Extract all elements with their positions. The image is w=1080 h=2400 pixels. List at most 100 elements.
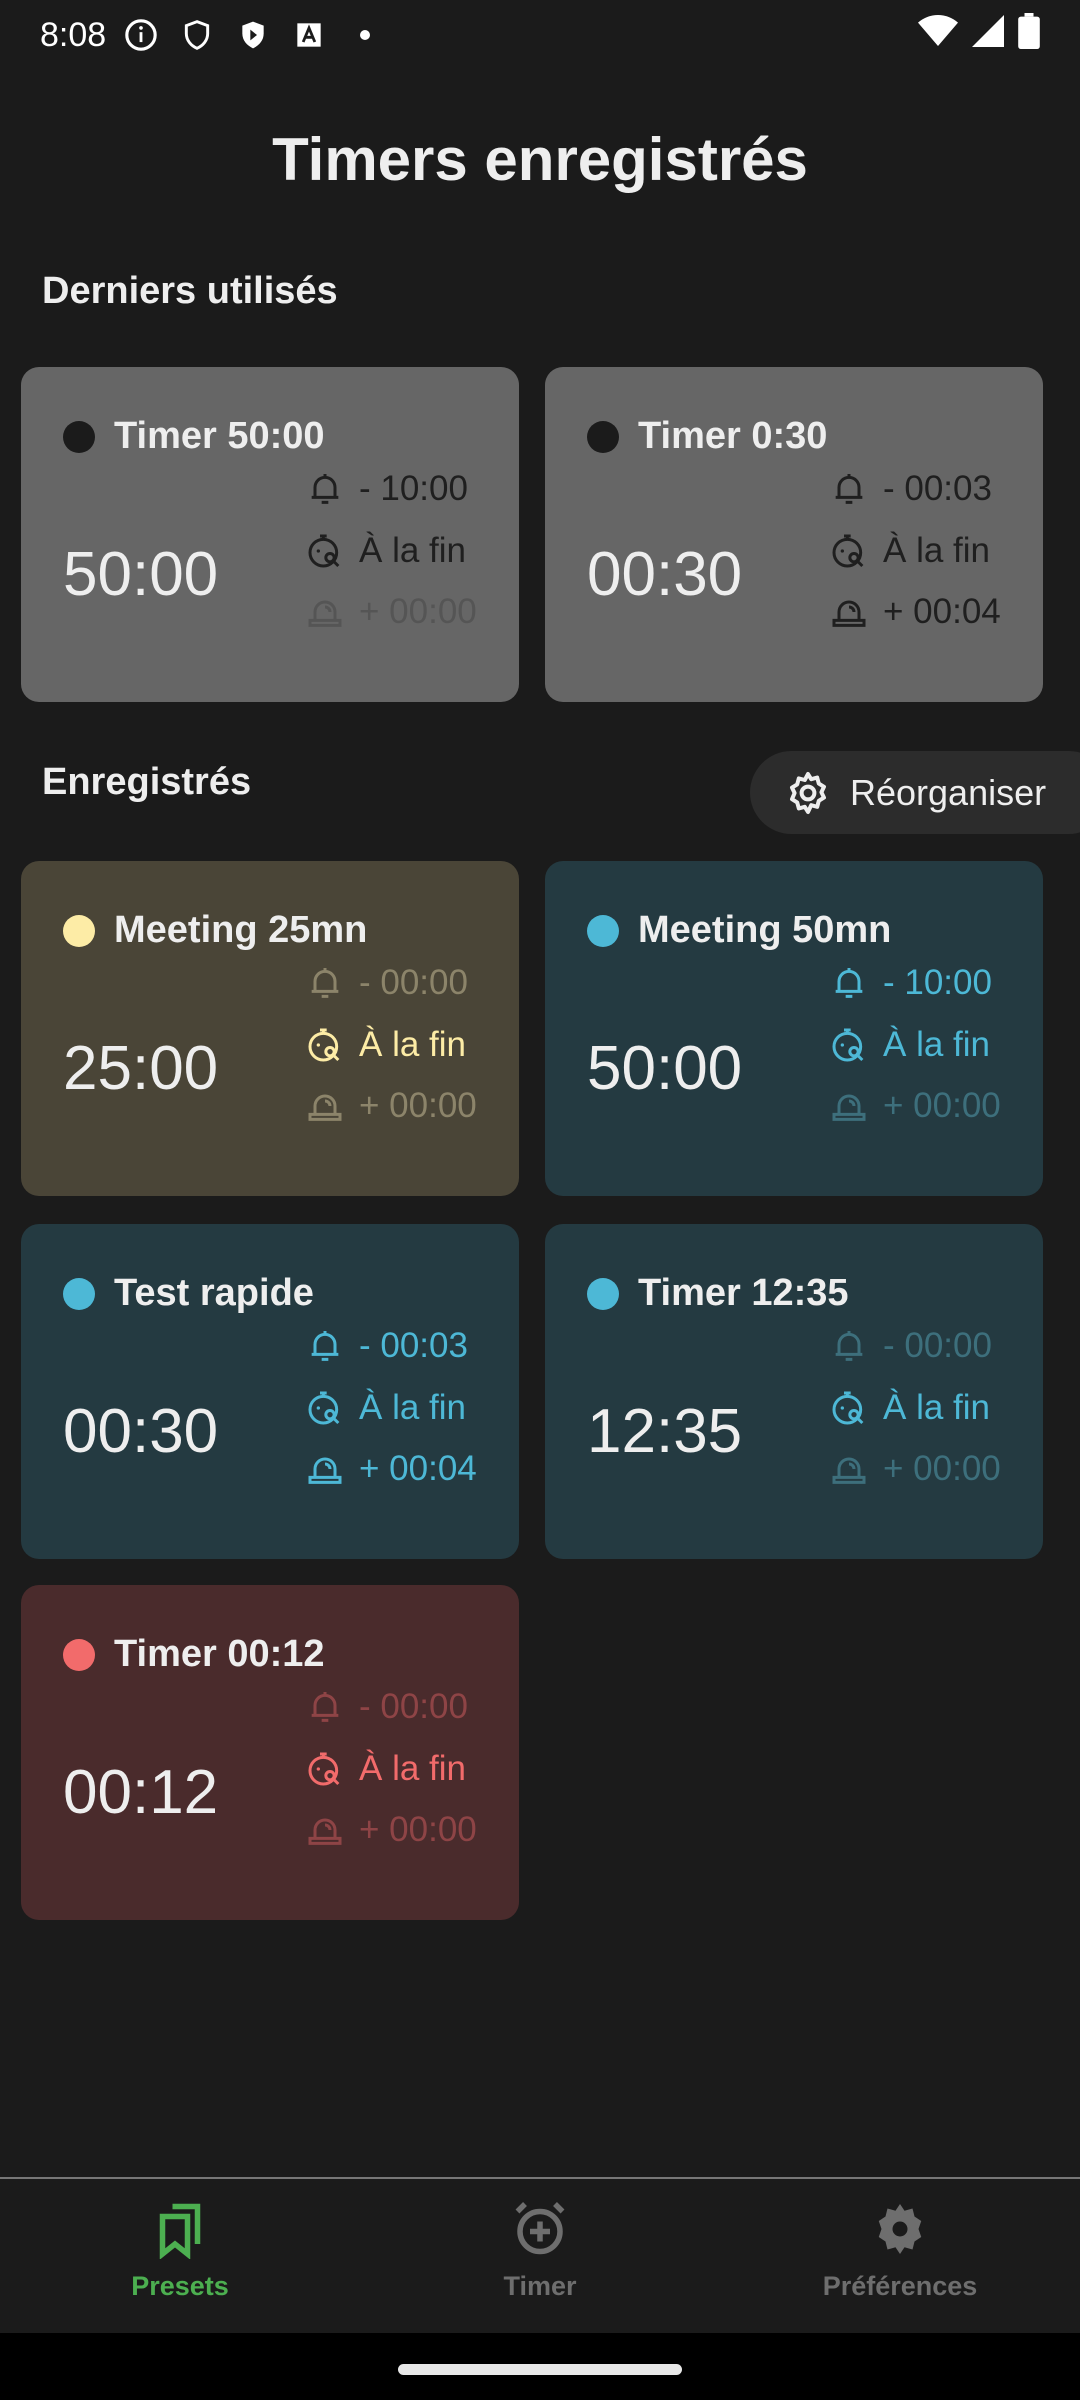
timer-name: Timer 12:35 <box>638 1272 849 1314</box>
timer-card[interactable]: Timer 50:00 50:00 - 10:00 À la fin + 00:00 <box>21 367 519 702</box>
alarm-end-icon <box>832 1391 864 1425</box>
alarm-add-icon <box>515 2202 565 2255</box>
timer-name: Meeting 25mn <box>114 909 368 951</box>
home-gesture-handle[interactable] <box>398 2364 682 2375</box>
overtime-row: + 00:00 <box>829 1086 1001 1126</box>
nav-presets-label: Presets <box>131 2271 229 2301</box>
timer-name: Timer 0:30 <box>638 415 828 457</box>
bottom-navigation: Presets Timer Préférences <box>0 2177 1080 2333</box>
status-bar: 8:08 <box>0 0 1080 70</box>
nav-preferences-label: Préférences <box>822 2271 978 2301</box>
overtime-value: + 00:04 <box>359 1449 477 1488</box>
end-row: À la fin <box>829 1388 990 1428</box>
color-dot <box>587 915 619 947</box>
settings-icon <box>878 2204 922 2254</box>
timer-card[interactable]: Timer 00:12 00:12 - 00:00 À la fin + 00:00 <box>21 1585 519 1920</box>
timer-name: Test rapide <box>114 1272 314 1314</box>
siren-icon <box>308 600 342 627</box>
prealert-value: - 00:00 <box>359 963 468 1002</box>
overtime-value: + 00:00 <box>883 1086 1001 1125</box>
prealert-value: - 00:00 <box>883 1326 992 1365</box>
bell-icon <box>835 968 863 998</box>
wifi-icon <box>918 14 958 57</box>
prealert-value: - 10:00 <box>883 963 992 1002</box>
overtime-row: + 00:00 <box>305 1810 477 1850</box>
end-value: À la fin <box>883 531 990 570</box>
bell-icon <box>835 474 863 504</box>
alarm-end-icon <box>832 534 864 568</box>
nav-timer-label: Timer <box>503 2271 577 2301</box>
bookmarks-icon <box>159 2203 201 2259</box>
color-dot <box>587 1278 619 1310</box>
recent-section-title: Derniers utilisés <box>42 270 338 312</box>
end-value: À la fin <box>359 1388 466 1427</box>
prealert-row: - 00:00 <box>305 1687 468 1727</box>
nav-preferences[interactable]: Préférences <box>720 2179 1080 2333</box>
siren-icon <box>832 1457 866 1484</box>
timer-name: Timer 00:12 <box>114 1633 325 1675</box>
timer-duration: 50:00 <box>587 1034 743 1103</box>
alarm-end-icon <box>308 1752 340 1786</box>
color-dot <box>63 915 95 947</box>
timer-duration: 25:00 <box>63 1034 219 1103</box>
end-row: À la fin <box>829 1025 990 1065</box>
bell-icon <box>311 1331 339 1361</box>
play-protect-icon <box>236 18 270 52</box>
saved-section-title: Enregistrés <box>42 761 252 803</box>
reorganize-button[interactable]: Réorganiser <box>750 751 1080 834</box>
timer-card[interactable]: Meeting 50mn 50:00 - 10:00 À la fin + 00:00 <box>545 861 1043 1196</box>
prealert-value: - 10:00 <box>359 469 468 508</box>
siren-icon <box>308 1457 342 1484</box>
overtime-row: + 00:00 <box>305 1086 477 1126</box>
gear-icon <box>790 771 826 814</box>
prealert-row: - 00:03 <box>305 1326 468 1366</box>
nav-timer[interactable]: Timer <box>360 2179 720 2333</box>
bell-icon <box>311 968 339 998</box>
overtime-row: + 00:00 <box>305 592 477 632</box>
end-row: À la fin <box>305 531 466 571</box>
timer-duration: 00:30 <box>63 1397 219 1466</box>
siren-icon <box>832 1094 866 1121</box>
prealert-row: - 10:00 <box>305 469 468 509</box>
prealert-value: - 00:00 <box>359 1687 468 1726</box>
bell-icon <box>835 1331 863 1361</box>
overtime-value: + 00:00 <box>359 1810 477 1849</box>
timer-duration: 50:00 <box>63 540 219 609</box>
overtime-value: + 00:00 <box>359 592 477 631</box>
timer-duration: 00:12 <box>63 1758 219 1827</box>
overtime-row: + 00:00 <box>829 1449 1001 1489</box>
battery-icon <box>1018 12 1040 58</box>
reorganize-label: Réorganiser <box>850 771 1047 813</box>
prealert-row: - 10:00 <box>829 963 992 1003</box>
bell-icon <box>311 474 339 504</box>
end-value: À la fin <box>883 1025 990 1064</box>
overtime-row: + 00:04 <box>305 1449 477 1489</box>
overtime-value: + 00:00 <box>359 1086 477 1125</box>
siren-icon <box>308 1818 342 1845</box>
siren-icon <box>832 600 866 627</box>
siren-icon <box>308 1094 342 1121</box>
color-dot <box>587 421 619 453</box>
prealert-row: - 00:03 <box>829 469 992 509</box>
info-icon <box>124 18 158 52</box>
font-icon <box>292 18 326 52</box>
overtime-value: + 00:04 <box>883 592 1001 631</box>
timer-card[interactable]: Timer 12:35 12:35 - 00:00 À la fin + 00:00 <box>545 1224 1043 1559</box>
end-value: À la fin <box>359 1025 466 1064</box>
prealert-row: - 00:00 <box>829 1326 992 1366</box>
timer-name: Meeting 50mn <box>638 909 892 951</box>
timer-card[interactable]: Timer 0:30 00:30 - 00:03 À la fin + 00:04 <box>545 367 1043 702</box>
timer-duration: 12:35 <box>587 1397 743 1466</box>
timer-card[interactable]: Test rapide 00:30 - 00:03 À la fin + 00:04 <box>21 1224 519 1559</box>
end-value: À la fin <box>359 1749 466 1788</box>
color-dot <box>63 421 95 453</box>
nav-presets[interactable]: Presets <box>0 2179 360 2333</box>
end-row: À la fin <box>829 531 990 571</box>
timer-duration: 00:30 <box>587 540 743 609</box>
page-title: Timers enregistrés <box>272 126 808 193</box>
timer-card[interactable]: Meeting 25mn 25:00 - 00:00 À la fin + 00:00 <box>21 861 519 1196</box>
overtime-row: + 00:04 <box>829 592 1001 632</box>
prealert-value: - 00:03 <box>359 1326 468 1365</box>
end-value: À la fin <box>359 531 466 570</box>
color-dot <box>63 1278 95 1310</box>
